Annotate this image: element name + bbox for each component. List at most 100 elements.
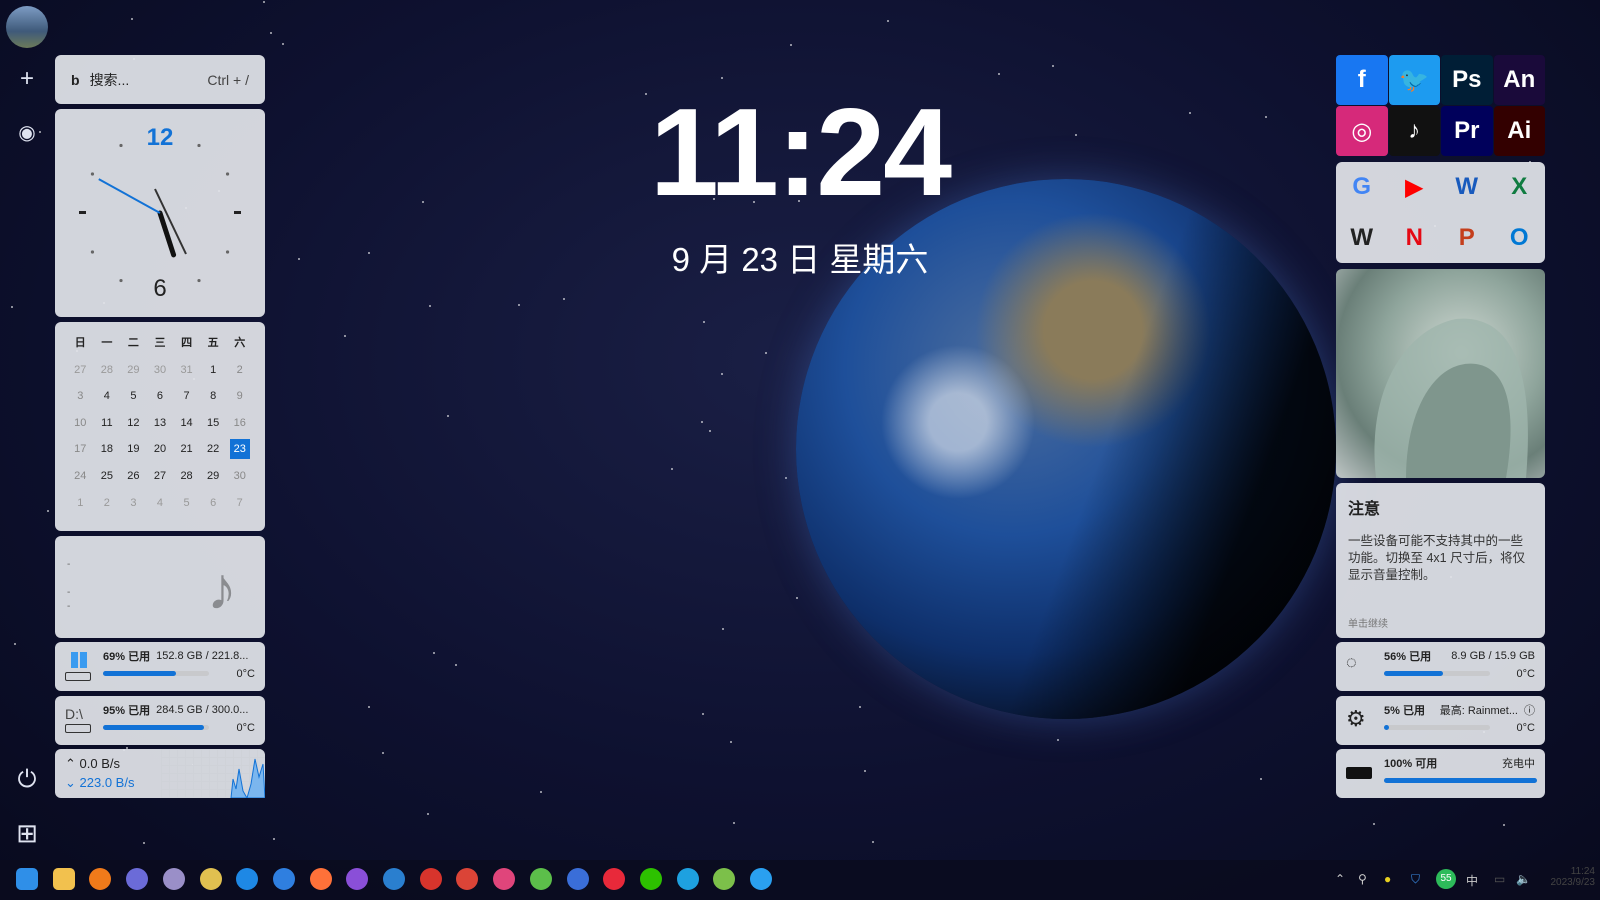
calendar-day[interactable]: 26: [120, 463, 147, 490]
calendar-day[interactable]: 12: [120, 410, 147, 437]
taskbar-app-icon[interactable]: [419, 868, 442, 890]
taskbar-app-icon[interactable]: [603, 868, 626, 890]
note-hint[interactable]: 单击继续: [1348, 615, 1388, 630]
taskbar-app-icon[interactable]: [676, 868, 699, 890]
star: [455, 664, 458, 667]
taskbar-app-icon[interactable]: [346, 868, 369, 890]
taskbar-app-icon[interactable]: [199, 868, 222, 890]
photoshop-tile[interactable]: Ps: [1441, 55, 1493, 105]
show-hidden-icons[interactable]: ⌃: [1335, 872, 1345, 886]
twitter-tile[interactable]: 🐦: [1388, 55, 1440, 105]
calendar-day[interactable]: 2: [226, 357, 253, 384]
calendar-day[interactable]: 7: [226, 490, 253, 517]
addon-tray-icon[interactable]: ●: [1384, 872, 1391, 886]
defender-tray-icon[interactable]: ⛉: [1411, 872, 1420, 887]
music-widget[interactable]: --- ♪: [55, 536, 265, 638]
calendar-day[interactable]: 6: [200, 490, 227, 517]
wallpaper-preview[interactable]: [1336, 269, 1545, 478]
calendar-day[interactable]: 19: [120, 436, 147, 463]
netflix-tile[interactable]: N: [1389, 213, 1441, 263]
facebook-tile[interactable]: f: [1336, 55, 1388, 105]
ime-indicator[interactable]: 中: [1466, 872, 1478, 889]
calendar-day[interactable]: 29: [120, 357, 147, 384]
excel-tile[interactable]: X: [1494, 162, 1546, 212]
taskbar-app-icon[interactable]: [16, 868, 38, 890]
taskbar-app-icon[interactable]: [52, 868, 75, 890]
calendar-day[interactable]: 1: [200, 357, 227, 384]
taskbar-app-icon[interactable]: [639, 868, 662, 890]
info-icon[interactable]: ⓘ: [1524, 702, 1535, 718]
calendar-day[interactable]: 2: [94, 490, 121, 517]
calendar-day[interactable]: 31: [173, 357, 200, 384]
calendar-day[interactable]: 4: [147, 490, 174, 517]
calendar-day[interactable]: 27: [147, 463, 174, 490]
animate-tile[interactable]: An: [1493, 55, 1545, 105]
calendar-day[interactable]: 28: [94, 357, 121, 384]
taskbar-app-icon[interactable]: [713, 868, 736, 890]
calendar-day[interactable]: 5: [173, 490, 200, 517]
taskbar-app-icon[interactable]: [272, 868, 295, 890]
youtube-tile[interactable]: ▶: [1389, 162, 1441, 212]
taskbar-app-icon[interactable]: [383, 868, 405, 890]
premiere-tile[interactable]: Pr: [1441, 106, 1493, 156]
google-tile[interactable]: G: [1336, 162, 1388, 212]
calendar-day[interactable]: 10: [67, 410, 94, 437]
taskbar-app-icon[interactable]: [493, 868, 516, 890]
taskbar-app-icon[interactable]: [566, 868, 589, 890]
word-tile[interactable]: W: [1441, 162, 1493, 212]
calendar-day[interactable]: 15: [200, 410, 227, 437]
windows-icon[interactable]: ⊞: [12, 818, 42, 848]
wikipedia-tile[interactable]: W: [1336, 213, 1388, 263]
network-tray-icon[interactable]: ⚲: [1358, 872, 1367, 886]
taskbar-app-icon[interactable]: [89, 868, 112, 890]
calendar-day[interactable]: 5: [120, 383, 147, 410]
display-tray-icon[interactable]: ▭: [1494, 872, 1505, 886]
speed-badge[interactable]: 55: [1436, 869, 1456, 889]
add-icon[interactable]: +: [12, 64, 42, 94]
taskbar-app-icon[interactable]: [236, 868, 259, 890]
calendar-day[interactable]: 20: [147, 436, 174, 463]
tiktok-tile[interactable]: ♪: [1388, 106, 1440, 156]
powerpoint-tile[interactable]: P: [1441, 213, 1493, 263]
calendar-day[interactable]: 13: [147, 410, 174, 437]
calendar-day[interactable]: 30: [147, 357, 174, 384]
search-box[interactable]: b 搜索... Ctrl + /: [55, 55, 265, 104]
volume-icon[interactable]: 🔈: [1516, 872, 1531, 886]
instagram-tile[interactable]: ◎: [1336, 106, 1388, 156]
calendar-day[interactable]: 17: [67, 436, 94, 463]
taskbar-app-icon[interactable]: [529, 868, 552, 890]
power-icon[interactable]: ⏻: [12, 765, 42, 795]
calendar-day[interactable]: 1: [67, 490, 94, 517]
calendar-day[interactable]: 11: [94, 410, 121, 437]
tray-clock[interactable]: 11:24 2023/9/23: [1545, 866, 1596, 888]
calendar-day[interactable]: 3: [120, 490, 147, 517]
taskbar-app-icon[interactable]: [750, 868, 772, 890]
illustrator-tile[interactable]: Ai: [1493, 106, 1545, 156]
calendar-day[interactable]: 8: [200, 383, 227, 410]
taskbar-app-icon[interactable]: [456, 868, 479, 890]
eye-icon[interactable]: ◉: [12, 118, 42, 148]
calendar-day[interactable]: 7: [173, 383, 200, 410]
calendar-day[interactable]: 29: [200, 463, 227, 490]
taskbar-app-icon[interactable]: [162, 868, 185, 890]
calendar-day[interactable]: 25: [94, 463, 121, 490]
calendar-day[interactable]: 6: [147, 383, 174, 410]
calendar-day[interactable]: 4: [94, 383, 121, 410]
calendar-day[interactable]: 22: [200, 436, 227, 463]
calendar-day[interactable]: 27: [67, 357, 94, 384]
taskbar-app-icon[interactable]: [126, 868, 149, 890]
calendar-day[interactable]: 16: [226, 410, 253, 437]
user-avatar[interactable]: [6, 6, 48, 48]
calendar-day[interactable]: 23: [229, 439, 250, 460]
calendar-day[interactable]: 9: [226, 383, 253, 410]
note-card[interactable]: 注意 一些设备可能不支持其中的一些功能。切换至 4x1 尺寸后，将仅显示音量控制…: [1336, 483, 1545, 638]
calendar-day[interactable]: 30: [226, 463, 253, 490]
calendar-day[interactable]: 21: [173, 436, 200, 463]
calendar-day[interactable]: 18: [94, 436, 121, 463]
calendar-day[interactable]: 24: [67, 463, 94, 490]
outlook-tile[interactable]: O: [1494, 213, 1546, 263]
calendar-day[interactable]: 14: [173, 410, 200, 437]
calendar-day[interactable]: 28: [173, 463, 200, 490]
calendar-day[interactable]: 3: [67, 383, 94, 410]
taskbar-app-icon[interactable]: [309, 868, 332, 890]
